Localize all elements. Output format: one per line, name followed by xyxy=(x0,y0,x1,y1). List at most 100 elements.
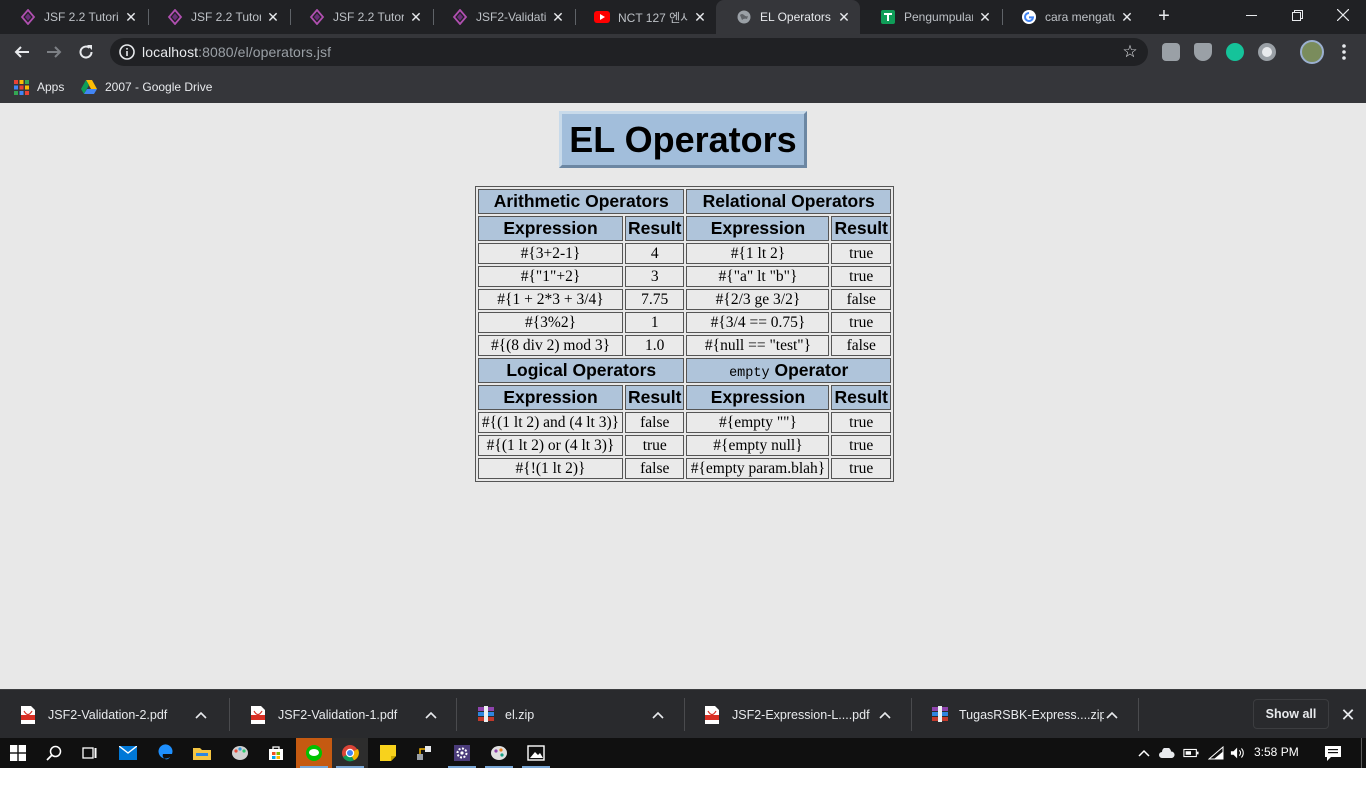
tab-title: JSF 2.2 Tutorial xyxy=(44,10,119,24)
bookmark-star-icon[interactable]: ☆ xyxy=(1120,42,1140,62)
sticky-notes-icon[interactable] xyxy=(370,738,406,768)
line-messenger-icon[interactable] xyxy=(296,738,332,768)
download-item[interactable]: TugasRSBK-Express....zip xyxy=(911,690,1138,739)
download-item[interactable]: el.zip xyxy=(457,690,684,739)
back-button[interactable] xyxy=(8,38,36,66)
onedrive-icon[interactable] xyxy=(1159,745,1175,761)
new-tab-button[interactable]: + xyxy=(1152,5,1176,29)
expression-cell: #{(8 div 2) mod 3} xyxy=(478,335,623,356)
menu-button[interactable] xyxy=(1330,38,1358,66)
close-icon[interactable]: ✕ xyxy=(550,9,566,25)
clock-time[interactable]: 3:58 PM xyxy=(1254,745,1299,759)
file-explorer-icon[interactable] xyxy=(184,738,220,768)
network-tool-icon[interactable] xyxy=(406,738,442,768)
grammarly-icon[interactable] xyxy=(1226,43,1244,61)
chevron-up-icon[interactable] xyxy=(650,707,666,723)
show-all-downloads-button[interactable]: Show all xyxy=(1253,699,1329,729)
download-filename: JSF2-Expression-L....pdf xyxy=(732,707,870,722)
browser-toolbar: localhost:8080/el/operators.jsf ☆ xyxy=(0,34,1366,70)
battery-icon[interactable] xyxy=(1183,745,1199,761)
expression-cell: #{"a" lt "b"} xyxy=(686,266,830,287)
extension-shield-icon[interactable] xyxy=(1194,43,1212,61)
pdf-icon xyxy=(704,705,722,724)
arrow-left-icon xyxy=(14,46,29,58)
google-drive-icon xyxy=(81,80,97,94)
paint-3d-icon[interactable] xyxy=(481,738,517,768)
forward-button[interactable] xyxy=(40,38,68,66)
chevron-up-icon[interactable] xyxy=(193,707,209,723)
settings-app-icon[interactable] xyxy=(444,738,480,768)
download-item[interactable]: JSF2-Validation-2.pdf xyxy=(0,690,227,739)
browser-tab[interactable]: cara mengatur ✕ xyxy=(1001,0,1143,34)
result-cell: 7.75 xyxy=(625,289,685,310)
browser-tab[interactable]: NCT 127 엔시티 ✕ xyxy=(574,0,716,34)
restore-button[interactable] xyxy=(1274,0,1320,30)
wifi-icon[interactable] xyxy=(1208,745,1224,761)
search-icon[interactable] xyxy=(36,738,72,768)
minimize-button[interactable] xyxy=(1228,0,1274,30)
close-icon[interactable]: ✕ xyxy=(265,9,281,25)
store-icon[interactable] xyxy=(258,738,294,768)
photos-icon[interactable] xyxy=(518,738,554,768)
chevron-up-icon[interactable] xyxy=(877,707,893,723)
bookmark-google-drive[interactable]: 2007 - Google Drive xyxy=(81,76,212,98)
url-text[interactable]: localhost:8080/el/operators.jsf xyxy=(142,44,331,60)
arrow-right-icon xyxy=(47,46,62,58)
mail-icon[interactable] xyxy=(110,738,146,768)
result-cell: 4 xyxy=(625,243,685,264)
reload-icon xyxy=(79,45,93,59)
classroom-icon xyxy=(880,9,896,25)
address-bar[interactable]: localhost:8080/el/operators.jsf ☆ xyxy=(110,38,1148,66)
browser-tab[interactable]: JSF 2.2 Tutorial ✕ xyxy=(289,0,432,34)
chevron-up-icon[interactable] xyxy=(1104,707,1120,723)
browser-tab[interactable]: JSF 2.2 Tutorial ✕ xyxy=(147,0,289,34)
table-row: #{!(1 lt 2)} false #{empty param.blah} t… xyxy=(478,458,891,479)
browser-tab[interactable]: JSF 2.2 Tutorial ✕ xyxy=(0,0,147,34)
close-icon[interactable]: ✕ xyxy=(123,9,139,25)
reload-button[interactable] xyxy=(72,38,100,66)
show-desktop-button[interactable] xyxy=(1361,738,1362,768)
task-view-icon[interactable] xyxy=(72,738,108,768)
result-cell: 1 xyxy=(625,312,685,333)
column-header: Result xyxy=(625,385,685,410)
notification-center-icon[interactable] xyxy=(1325,745,1341,761)
volume-icon[interactable] xyxy=(1230,745,1246,761)
close-icon[interactable]: ✕ xyxy=(692,9,708,25)
chevron-up-icon[interactable] xyxy=(423,707,439,723)
download-item[interactable]: JSF2-Validation-1.pdf xyxy=(230,690,457,739)
close-icon[interactable]: ✕ xyxy=(836,9,852,25)
avatar[interactable] xyxy=(1300,40,1324,64)
youtube-icon xyxy=(594,9,610,25)
logical-operators-header: Logical Operators xyxy=(478,358,685,383)
table-row: #{(8 div 2) mod 3} 1.0 #{null == "test"}… xyxy=(478,335,891,356)
browser-tab[interactable]: JSF2-Validation ✕ xyxy=(432,0,574,34)
close-icon[interactable]: ✕ xyxy=(1119,9,1135,25)
edge-icon[interactable] xyxy=(147,738,183,768)
expression-cell: #{empty ""} xyxy=(686,412,830,433)
google-icon xyxy=(1021,9,1037,25)
browser-tab-active[interactable]: EL Operators ✕ xyxy=(716,0,860,34)
tab-title: cara mengatur xyxy=(1045,10,1115,24)
bookmark-apps[interactable]: Apps xyxy=(14,76,64,98)
extension-chat-icon[interactable] xyxy=(1162,43,1180,61)
browser-tab[interactable]: Pengumpulan ✕ xyxy=(860,0,1001,34)
close-shelf-icon[interactable]: ✕ xyxy=(1338,705,1358,725)
download-filename: el.zip xyxy=(505,707,535,722)
result-cell: false xyxy=(625,412,685,433)
windows-start-icon[interactable] xyxy=(0,738,36,768)
chrome-icon[interactable] xyxy=(332,738,368,768)
download-item[interactable]: JSF2-Expression-L....pdf xyxy=(684,690,911,739)
arithmetic-operators-header: Arithmetic Operators xyxy=(478,189,685,214)
bookmarks-bar: Apps 2007 - Google Drive xyxy=(0,70,1366,103)
download-filename: TugasRSBK-Express....zip xyxy=(959,707,1104,722)
chevron-up-icon[interactable] xyxy=(1136,745,1152,761)
windows-taskbar: 3:58 PM xyxy=(0,738,1366,768)
window-close-button[interactable] xyxy=(1320,0,1366,30)
extension-circle-icon[interactable] xyxy=(1258,43,1276,61)
paint-icon[interactable] xyxy=(222,738,258,768)
tab-title: JSF 2.2 Tutorial xyxy=(191,10,261,24)
pdf-icon xyxy=(250,705,268,724)
close-icon[interactable]: ✕ xyxy=(977,9,993,25)
info-icon[interactable] xyxy=(118,43,136,61)
close-icon[interactable]: ✕ xyxy=(408,9,424,25)
